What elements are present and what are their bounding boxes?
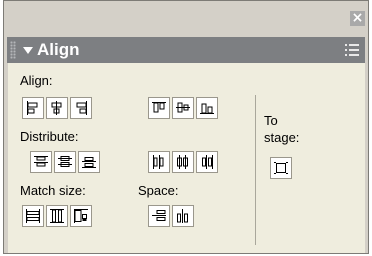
distribute-bottom-edge-icon	[82, 157, 96, 168]
match-size-label: Match size:	[20, 183, 86, 198]
distribute-left-button[interactable]	[148, 151, 170, 173]
drag-grip-icon[interactable]	[10, 41, 16, 59]
align-bottom-edge-icon	[200, 103, 214, 114]
panel-title: Align	[37, 40, 80, 59]
align-bottom-button[interactable]	[196, 97, 218, 119]
match-width-and-height-button[interactable]	[70, 205, 92, 227]
match-width-icon	[26, 209, 40, 223]
distribute-top-edge-icon	[34, 156, 48, 167]
align-horizontal-center-button[interactable]	[46, 97, 68, 119]
align-left-edge-icon	[27, 101, 38, 115]
align-right-button[interactable]	[70, 97, 92, 119]
to-stage-label-line2: stage:	[264, 130, 300, 145]
align-label: Align:	[20, 73, 53, 88]
distribute-bottom-button[interactable]	[78, 151, 100, 173]
distribute-top-button[interactable]	[30, 151, 52, 173]
to-stage-toggle[interactable]	[270, 157, 292, 179]
align-right-edge-icon	[76, 101, 87, 115]
align-top-button[interactable]	[148, 97, 170, 119]
distribute-vertical-center-button[interactable]	[54, 151, 76, 173]
distribute-vertical-center-icon	[58, 156, 72, 167]
space-evenly-vertically-icon	[152, 210, 166, 221]
align-panel-window: × Align Align: Distribute: Match size: S…	[3, 0, 369, 254]
to-stage-icon	[274, 162, 288, 174]
align-vertical-center-icon	[176, 102, 190, 113]
options-menu-icon[interactable]	[345, 44, 359, 56]
align-horizontal-center-icon	[51, 101, 62, 115]
distribute-right-button[interactable]	[196, 151, 218, 173]
section-divider	[255, 95, 256, 245]
match-height-button[interactable]	[46, 205, 68, 227]
panel-body: Align: Distribute: Match size: Space: To…	[8, 63, 365, 253]
panel-title-bar[interactable]: Align	[7, 37, 365, 63]
collapse-arrow-icon[interactable]	[23, 47, 33, 54]
space-evenly-horizontally-icon	[177, 209, 188, 223]
space-vertically-button[interactable]	[148, 205, 170, 227]
align-top-edge-icon	[152, 102, 166, 113]
align-left-button[interactable]	[22, 97, 44, 119]
space-label: Space:	[138, 183, 179, 198]
close-button[interactable]: ×	[350, 11, 365, 26]
space-horizontally-button[interactable]	[172, 205, 194, 227]
match-height-icon	[50, 209, 64, 223]
panel-top-bar: ×	[4, 1, 368, 37]
distribute-horizontal-center-button[interactable]	[172, 151, 194, 173]
match-width-button[interactable]	[22, 205, 44, 227]
distribute-horizontal-center-icon	[177, 155, 188, 169]
match-width-and-height-icon	[74, 209, 88, 223]
distribute-left-edge-icon	[153, 155, 164, 169]
distribute-right-edge-icon	[202, 155, 213, 169]
to-stage-label-line1: To	[264, 113, 278, 128]
distribute-label: Distribute:	[20, 129, 79, 144]
align-vertical-center-button[interactable]	[172, 97, 194, 119]
